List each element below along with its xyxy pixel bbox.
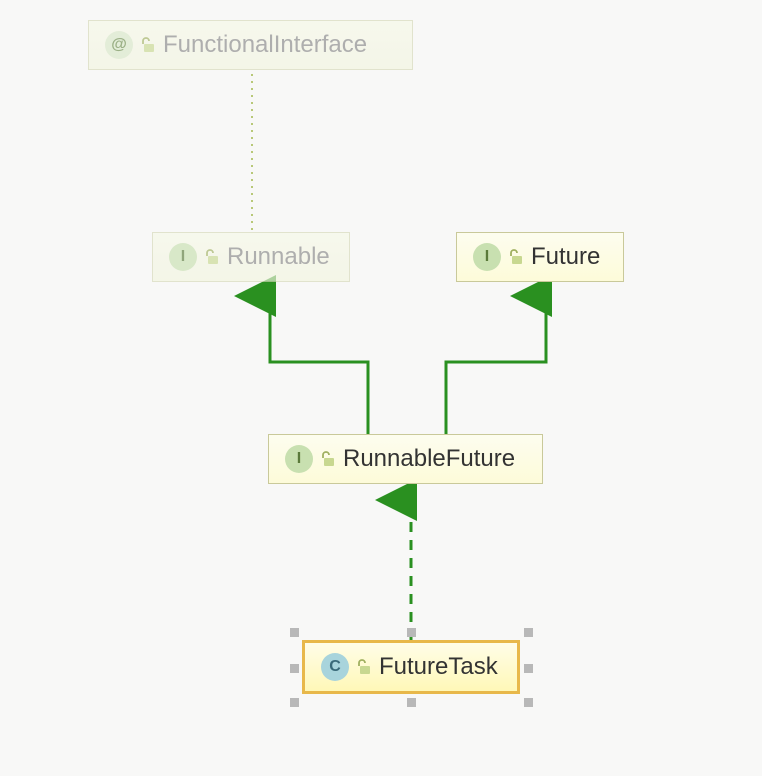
node-futuretask[interactable]: C FutureTask xyxy=(302,640,520,694)
selection-handle-s[interactable] xyxy=(407,698,416,707)
node-future[interactable]: I Future xyxy=(456,232,624,282)
node-runnablefuture[interactable]: I RunnableFuture xyxy=(268,434,543,484)
diagram-canvas[interactable]: @ FunctionalInterface I Runnable I Futur… xyxy=(0,0,762,776)
selection-handle-sw[interactable] xyxy=(290,698,299,707)
selection-handle-n[interactable] xyxy=(407,628,416,637)
lock-open-icon xyxy=(205,249,219,265)
node-label: Runnable xyxy=(227,243,330,271)
node-label: FutureTask xyxy=(379,653,498,681)
connector-runnablefuture-to-future xyxy=(438,282,558,438)
class-badge-icon: C xyxy=(321,653,349,681)
selection-handle-w[interactable] xyxy=(290,664,299,673)
connector-runnable-to-functionalinterface xyxy=(250,74,254,232)
annotation-badge-icon: @ xyxy=(105,31,133,59)
node-runnable[interactable]: I Runnable xyxy=(152,232,350,282)
interface-badge-icon: I xyxy=(169,243,197,271)
lock-open-icon xyxy=(357,659,371,675)
connector-runnablefuture-to-runnable xyxy=(258,282,378,438)
node-label: FunctionalInterface xyxy=(163,31,367,59)
lock-open-icon xyxy=(509,249,523,265)
selection-handle-e[interactable] xyxy=(524,664,533,673)
node-label: RunnableFuture xyxy=(343,445,515,473)
interface-badge-icon: I xyxy=(473,243,501,271)
selection-handle-se[interactable] xyxy=(524,698,533,707)
node-functionalinterface[interactable]: @ FunctionalInterface xyxy=(88,20,413,70)
connector-futuretask-to-runnablefuture xyxy=(404,486,424,644)
node-label: Future xyxy=(531,243,600,271)
interface-badge-icon: I xyxy=(285,445,313,473)
selection-handle-ne[interactable] xyxy=(524,628,533,637)
lock-open-icon xyxy=(321,451,335,467)
lock-open-icon xyxy=(141,37,155,53)
selection-handle-nw[interactable] xyxy=(290,628,299,637)
